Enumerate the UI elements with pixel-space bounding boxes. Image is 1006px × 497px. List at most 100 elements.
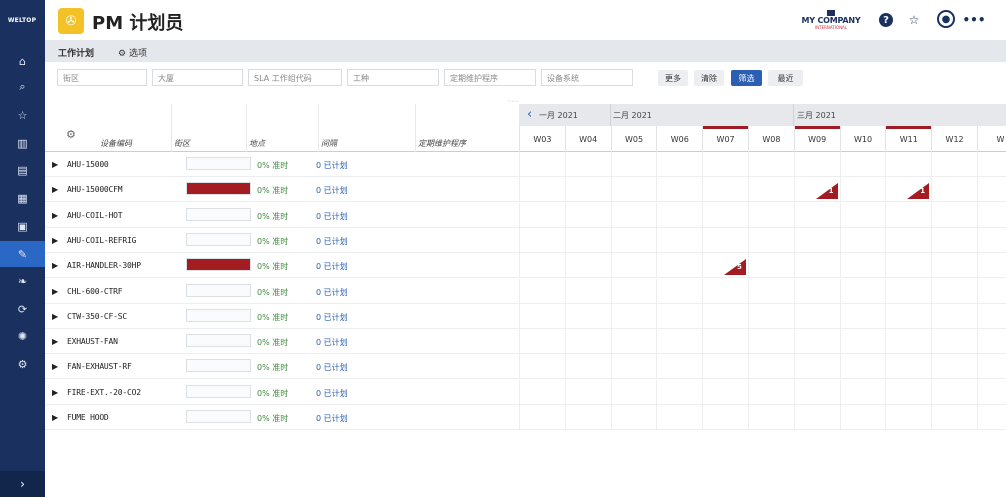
calendar-cell[interactable] <box>564 329 611 355</box>
more-button[interactable]: 更多 <box>658 70 688 86</box>
calendar-cell[interactable] <box>977 278 1006 304</box>
calendar-cell[interactable] <box>977 227 1006 253</box>
week-header-cell[interactable]: W04 <box>564 126 611 152</box>
calendar-cell[interactable] <box>748 379 794 405</box>
week-header-cell[interactable]: W03 <box>519 126 565 152</box>
table-row[interactable]: ▶ AHU-15000CFM 0% 准时 0 已计划 1 1 <box>45 177 1006 203</box>
calendar-cell[interactable] <box>702 202 748 228</box>
calendar-cell[interactable] <box>610 379 657 405</box>
calendar-cell[interactable] <box>931 152 977 177</box>
calendar-cell[interactable] <box>656 202 702 228</box>
table-row[interactable]: ▶ FIRE-EXT.-20-CO2 0% 准时 0 已计划 <box>45 379 1006 405</box>
calendar-cell[interactable] <box>702 379 748 405</box>
district-filter-input[interactable]: 街区 <box>57 69 147 86</box>
calendar-cell[interactable] <box>702 303 748 329</box>
calendar-cell[interactable] <box>931 227 977 253</box>
expand-row-icon[interactable]: ▶ <box>52 388 58 397</box>
calendar-cell[interactable] <box>839 354 886 380</box>
calendar-cell[interactable] <box>564 227 611 253</box>
calendar-cell[interactable] <box>564 303 611 329</box>
calendar-cell[interactable] <box>977 329 1006 355</box>
column-header-pm-procedure[interactable]: 定期维护程序 <box>418 138 466 149</box>
calendar-cell[interactable] <box>564 177 611 203</box>
expand-row-icon[interactable]: ▶ <box>52 261 58 270</box>
calendar-cell[interactable] <box>793 227 840 253</box>
calendar-cell[interactable] <box>519 405 565 430</box>
recent-button[interactable]: 最近 <box>768 70 803 86</box>
user-avatar-icon[interactable]: ● <box>937 10 955 28</box>
expand-row-icon[interactable]: ▶ <box>52 413 58 422</box>
calendar-cell[interactable] <box>748 202 794 228</box>
calendar-cell[interactable] <box>839 253 886 279</box>
calendar-cell[interactable] <box>519 253 565 279</box>
favorite-star-icon[interactable]: ☆ <box>905 11 923 29</box>
calendar-cell[interactable] <box>839 405 886 430</box>
week-header-cell[interactable]: W12 <box>931 126 977 152</box>
expand-row-icon[interactable]: ▶ <box>52 337 58 346</box>
week-header-cell[interactable]: W06 <box>656 126 702 152</box>
calendar-cell[interactable] <box>656 354 702 380</box>
table-row[interactable]: ▶ AHU-15000 0% 准时 0 已计划 <box>45 152 1006 177</box>
calendar-cell[interactable] <box>519 379 565 405</box>
calendar-cell[interactable] <box>977 177 1006 203</box>
column-header-interval[interactable]: 间隔 <box>321 138 337 149</box>
expand-row-icon[interactable]: ▶ <box>52 236 58 245</box>
expand-row-icon[interactable]: ▶ <box>52 185 58 194</box>
calendar-cell[interactable] <box>793 354 840 380</box>
calendar-cell[interactable] <box>564 253 611 279</box>
table-row[interactable]: ▶ AHU-COIL-REFRIG 0% 准时 0 已计划 <box>45 227 1006 253</box>
calendar-cell[interactable] <box>977 253 1006 279</box>
home-icon[interactable]: ⌂ <box>0 48 45 74</box>
calendar-cell[interactable] <box>564 202 611 228</box>
planned-count-link[interactable]: 0 已计划 <box>316 185 348 196</box>
expand-row-icon[interactable]: ▶ <box>52 160 58 169</box>
planned-count-link[interactable]: 0 已计划 <box>316 413 348 424</box>
calendar-cell[interactable] <box>839 278 886 304</box>
calendar-cell[interactable] <box>519 227 565 253</box>
calendar-cell[interactable] <box>748 253 794 279</box>
planned-count-link[interactable]: 0 已计划 <box>316 337 348 348</box>
pm-schedule-marker[interactable]: 1 <box>815 183 838 200</box>
sla-workgroup-filter-input[interactable]: SLA 工作组代码 <box>248 69 342 86</box>
calendar-cell[interactable] <box>702 227 748 253</box>
calendar-cell[interactable] <box>748 303 794 329</box>
tab-options[interactable]: ⚙ 选项 <box>118 46 147 59</box>
calendar-cell[interactable] <box>977 354 1006 380</box>
calendar-cell[interactable] <box>885 253 931 279</box>
calendar-cell[interactable] <box>656 329 702 355</box>
calendar-cell[interactable] <box>748 354 794 380</box>
calendar-cell[interactable] <box>656 405 702 430</box>
chevron-left-icon[interactable]: ‹ <box>527 107 532 122</box>
calendar-cell[interactable] <box>931 329 977 355</box>
report-icon[interactable]: ▣ <box>0 213 45 239</box>
calendar-cell[interactable] <box>793 278 840 304</box>
week-header-cell[interactable]: W08 <box>748 126 794 152</box>
calendar-cell[interactable] <box>702 329 748 355</box>
calendar-cell[interactable] <box>793 303 840 329</box>
calendar-cell[interactable] <box>656 278 702 304</box>
calendar-cell[interactable] <box>793 329 840 355</box>
table-row[interactable]: ▶ AIR-HANDLER-30HP 0% 准时 0 已计划 5 <box>45 253 1006 279</box>
calendar-cell[interactable] <box>839 202 886 228</box>
calendar-cell[interactable] <box>656 303 702 329</box>
table-row[interactable]: ▶ FAN-EXHAUST-RF 0% 准时 0 已计划 <box>45 354 1006 380</box>
calendar-cell[interactable] <box>519 354 565 380</box>
calendar-cell[interactable] <box>885 303 931 329</box>
help-icon[interactable]: ? <box>879 13 893 27</box>
calendar-cell[interactable] <box>977 202 1006 228</box>
calendar-cell[interactable] <box>610 303 657 329</box>
calendar-cell[interactable] <box>748 227 794 253</box>
calendar-cell[interactable] <box>931 177 977 203</box>
calendar-cell[interactable] <box>793 405 840 430</box>
calendar-cell[interactable] <box>931 253 977 279</box>
calendar-cell[interactable] <box>931 379 977 405</box>
calendar-cell[interactable] <box>519 177 565 203</box>
calendar-cell[interactable] <box>656 379 702 405</box>
week-header-cell[interactable]: W05 <box>610 126 657 152</box>
calendar-cell[interactable] <box>885 379 931 405</box>
calendar-cell[interactable] <box>610 278 657 304</box>
calendar-cell[interactable] <box>519 329 565 355</box>
search-icon[interactable]: ⌕ <box>0 74 45 100</box>
planned-count-link[interactable]: 0 已计划 <box>316 287 348 298</box>
leaf-icon[interactable]: ❧ <box>0 268 45 294</box>
